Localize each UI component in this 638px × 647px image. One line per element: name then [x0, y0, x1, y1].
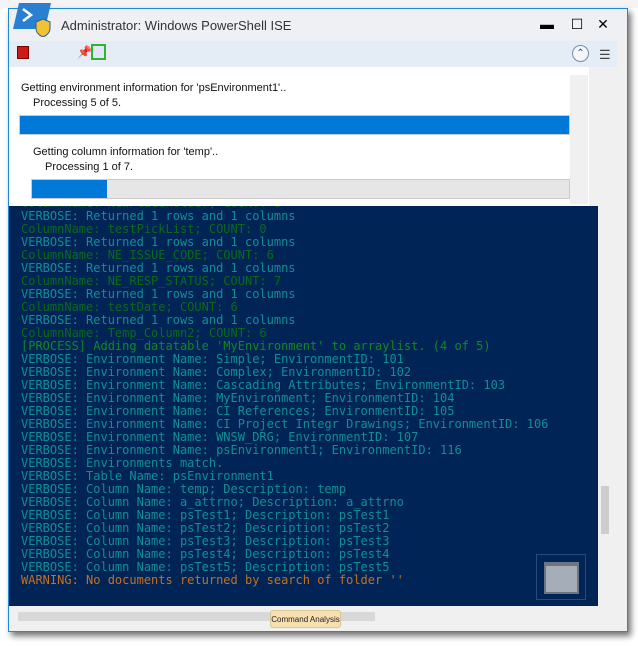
- pin-icon[interactable]: 📌: [77, 45, 92, 59]
- progress-bar-1: [19, 115, 570, 135]
- progress-panel: Getting environment information for 'psE…: [9, 67, 589, 206]
- console-vertical-scrollbar[interactable]: [598, 206, 616, 606]
- powershell-ise-window: Administrator: Windows PowerShell ISE ▬ …: [8, 3, 628, 632]
- command-analysis-tab[interactable]: Command Analysis: [270, 610, 341, 628]
- toolbar: 📌 ⌃: [9, 41, 617, 67]
- progress-fill-1: [20, 116, 569, 134]
- show-pane-icon[interactable]: [91, 44, 106, 60]
- window-title: Administrator: Windows PowerShell ISE: [61, 18, 292, 33]
- stop-icon[interactable]: [17, 46, 29, 59]
- powershell-logo-icon: [13, 3, 51, 37]
- maximize-button[interactable]: ☐: [563, 13, 591, 35]
- console-line-warn: WARNING: No documents returned by search…: [21, 573, 404, 587]
- progress-activity-2: Getting column information for 'temp'..: [33, 146, 219, 158]
- title-bar: Administrator: Windows PowerShell ISE ▬ …: [9, 3, 627, 41]
- window-thumbnail-icon[interactable]: [536, 554, 586, 600]
- progress-bar-2: [31, 179, 570, 199]
- list-icon[interactable]: ☰: [599, 47, 611, 63]
- progress-scrollbar[interactable]: [570, 75, 588, 204]
- background: [0, 0, 638, 8]
- progress-fill-2: [32, 180, 108, 198]
- scrollbar-thumb[interactable]: [601, 486, 609, 534]
- progress-activity-1: Getting environment information for 'psE…: [21, 82, 287, 94]
- console-output[interactable]: ColumnName: NewPlaceHolder; COUNT: 0VERB…: [9, 206, 598, 606]
- progress-status-2: Processing 1 of 7.: [45, 161, 134, 173]
- progress-status-1: Processing 5 of 5.: [33, 97, 122, 109]
- minimize-button[interactable]: ▬: [533, 13, 561, 35]
- collapse-icon[interactable]: ⌃: [572, 45, 589, 62]
- close-button[interactable]: ✕: [589, 13, 617, 35]
